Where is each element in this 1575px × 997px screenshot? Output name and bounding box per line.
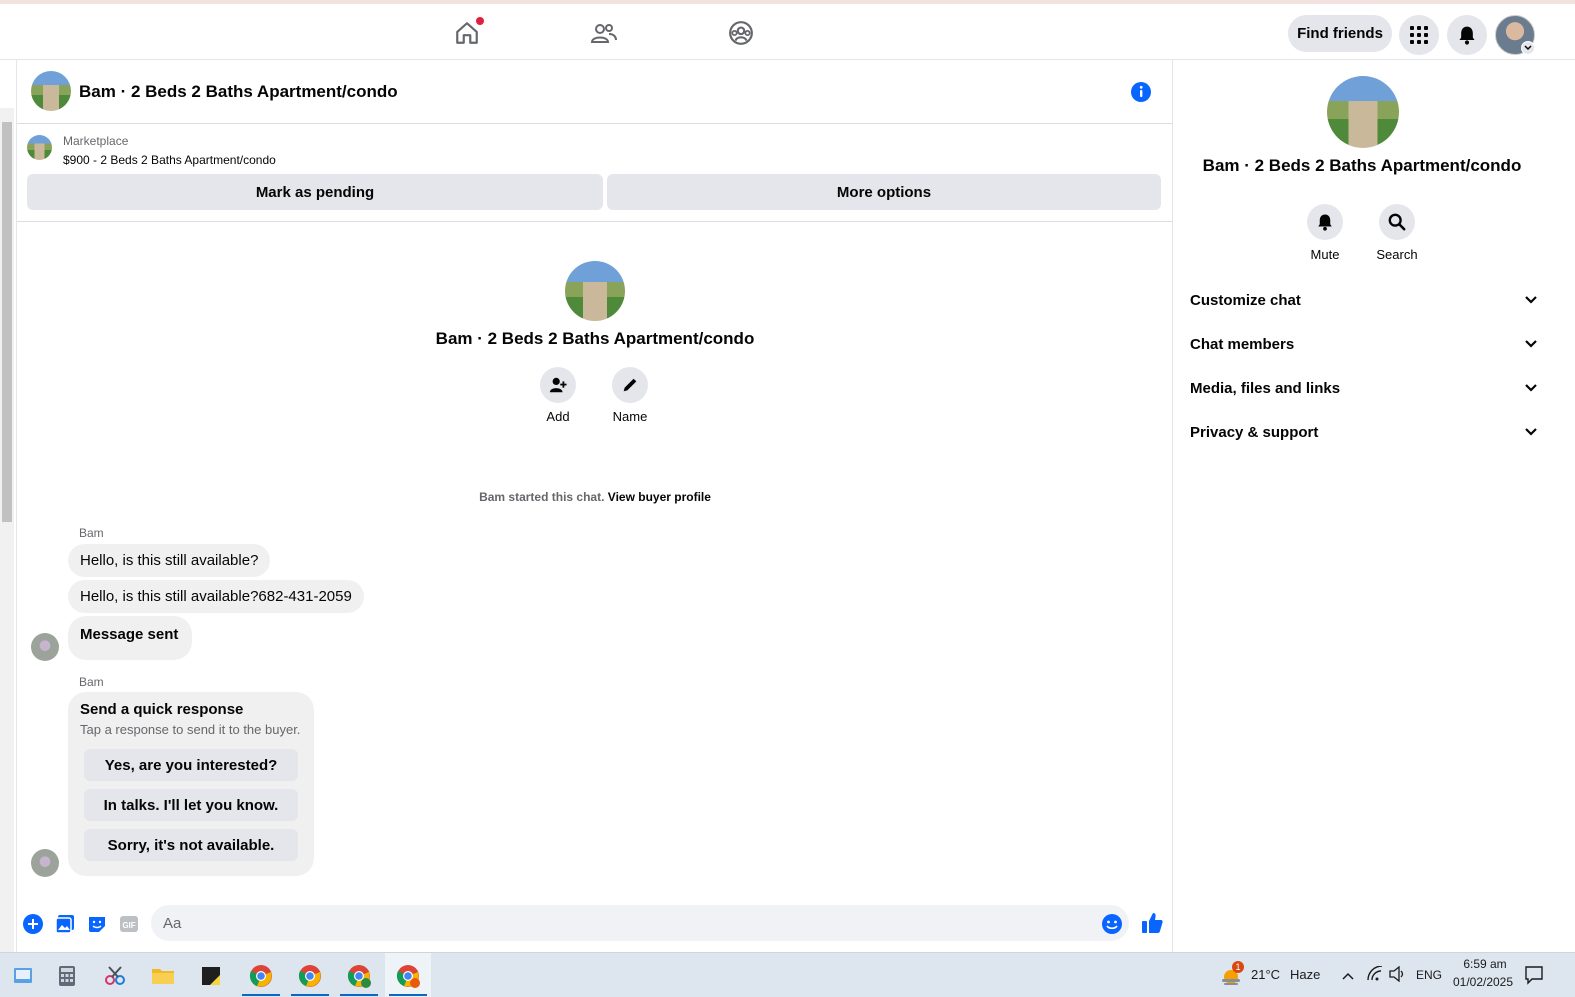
name-label: Name — [612, 409, 648, 424]
clock-time[interactable]: 6:59 am — [1454, 957, 1516, 971]
chrome-profile-icon[interactable] — [385, 953, 431, 997]
chevron-down-icon — [1525, 384, 1537, 392]
plus-icon[interactable] — [23, 914, 43, 934]
add-person-icon — [540, 367, 576, 403]
listing-avatar[interactable] — [31, 71, 71, 111]
windows-taskbar: 1 21°C Haze ENG 6:59 am 01/02/2025 — [0, 952, 1575, 997]
chevron-down-icon[interactable] — [1521, 41, 1535, 55]
message-sender: Bam — [79, 526, 104, 540]
find-friends-button[interactable]: Find friends — [1288, 15, 1392, 52]
wifi-icon[interactable] — [1366, 965, 1384, 987]
quick-response-title: Send a quick response — [80, 701, 244, 718]
whiteboard-app-icon[interactable] — [0, 953, 46, 997]
chat-started-notice: Bam started this chat. View buyer profil… — [17, 490, 1173, 504]
add-label: Add — [546, 409, 570, 424]
section-label: Privacy & support — [1190, 423, 1319, 441]
scrollbar-thumb[interactable] — [2, 122, 12, 522]
pencil-icon — [612, 367, 648, 403]
marketplace-listing-bar: Marketplace $900 - 2 Beds 2 Baths Apartm… — [17, 124, 1173, 222]
details-avatar — [1327, 76, 1399, 148]
add-people-button[interactable]: Add — [528, 367, 588, 424]
scrollbar[interactable] — [0, 108, 14, 952]
started-text: Bam started this chat. — [479, 490, 605, 504]
quick-response-option[interactable]: Yes, are you interested? — [84, 749, 298, 781]
weather-temperature[interactable]: 21°C — [1251, 967, 1280, 982]
details-title: Bam · 2 Beds 2 Baths Apartment/condo — [1202, 156, 1522, 175]
quick-response-card: Send a quick response Tap a response to … — [68, 692, 314, 876]
groups-icon[interactable] — [726, 18, 756, 48]
edit-name-button[interactable]: Name — [600, 367, 660, 424]
notification-center-icon[interactable] — [1524, 965, 1544, 990]
mark-as-pending-button[interactable]: Mark as pending — [27, 174, 603, 210]
chat-members-section[interactable]: Chat members — [1190, 332, 1538, 356]
message-sent-bubble[interactable]: Message sent — [68, 616, 193, 660]
chevron-up-icon[interactable] — [1341, 968, 1355, 986]
calculator-app-icon[interactable] — [44, 953, 90, 997]
top-navigation-bar: Find friends — [0, 0, 1575, 60]
chat-intro-title: Bam · 2 Beds 2 Baths Apartment/condo — [435, 329, 755, 348]
search-icon — [1379, 204, 1415, 240]
search-label: Search — [1376, 247, 1418, 262]
thumbs-up-icon[interactable] — [1140, 911, 1163, 933]
chrome-profile-icon[interactable] — [287, 953, 333, 997]
chat-panel: Bam · 2 Beds 2 Baths Apartment/condo Mar… — [16, 60, 1173, 952]
gif-icon[interactable]: GIF — [119, 914, 139, 934]
listing-thumbnail[interactable] — [27, 135, 52, 160]
quick-response-subtitle: Tap a response to send it to the buyer. — [80, 722, 301, 737]
info-icon[interactable] — [1130, 81, 1152, 103]
privacy-support-section[interactable]: Privacy & support — [1190, 420, 1538, 444]
sender-avatar[interactable] — [31, 633, 59, 661]
emoji-icon[interactable] — [1101, 913, 1122, 934]
volume-icon[interactable] — [1389, 965, 1407, 987]
svg-text:GIF: GIF — [122, 921, 135, 930]
section-label: Customize chat — [1190, 291, 1301, 309]
photo-icon[interactable] — [55, 914, 75, 934]
message-bubble[interactable]: Hello, is this still available? — [68, 544, 271, 577]
message-bubble[interactable]: Hello, is this still available?682-431-2… — [68, 580, 364, 613]
media-files-links-section[interactable]: Media, files and links — [1190, 376, 1538, 400]
quick-response-option[interactable]: Sorry, it's not available. — [84, 829, 298, 861]
chevron-down-icon — [1525, 428, 1537, 436]
section-label: Media, files and links — [1190, 379, 1341, 397]
chat-intro-avatar — [565, 261, 625, 321]
marketplace-label: Marketplace — [63, 134, 129, 148]
mute-label: Mute — [1310, 247, 1340, 262]
snipping-tool-icon[interactable] — [92, 953, 138, 997]
customize-chat-section[interactable]: Customize chat — [1190, 288, 1538, 312]
language-indicator[interactable]: ENG — [1416, 968, 1442, 982]
chat-header: Bam · 2 Beds 2 Baths Apartment/condo — [17, 60, 1173, 124]
bell-icon — [1307, 204, 1343, 240]
message-input[interactable] — [151, 905, 1129, 941]
bell-icon[interactable] — [1447, 15, 1487, 55]
view-buyer-profile-link[interactable]: View buyer profile — [608, 490, 711, 504]
sticker-icon[interactable] — [87, 914, 107, 934]
sender-avatar[interactable] — [31, 849, 59, 877]
home-notification-dot — [476, 17, 484, 25]
chrome-profile-icon[interactable] — [336, 953, 382, 997]
chevron-down-icon — [1525, 340, 1537, 348]
listing-price-title[interactable]: $900 - 2 Beds 2 Baths Apartment/condo — [63, 153, 276, 167]
sticky-notes-icon[interactable] — [188, 953, 234, 997]
quick-response-option[interactable]: In talks. I'll let you know. — [84, 789, 298, 821]
more-options-button[interactable]: More options — [607, 174, 1161, 210]
grid-menu-icon[interactable] — [1399, 15, 1439, 55]
chat-details-panel: Bam · 2 Beds 2 Baths Apartment/condo Mut… — [1174, 60, 1550, 952]
weather-badge: 1 — [1232, 961, 1244, 973]
page-scrollbar[interactable] — [1551, 60, 1575, 952]
file-explorer-icon[interactable] — [140, 953, 186, 997]
mute-button[interactable]: Mute — [1295, 204, 1355, 262]
clock-date[interactable]: 01/02/2025 — [1450, 975, 1516, 989]
search-button[interactable]: Search — [1367, 204, 1427, 262]
chat-title[interactable]: Bam · 2 Beds 2 Baths Apartment/condo — [79, 82, 398, 102]
chevron-down-icon — [1525, 296, 1537, 304]
section-label: Chat members — [1190, 335, 1295, 353]
message-sender: Bam — [79, 675, 104, 689]
weather-description[interactable]: Haze — [1290, 967, 1320, 982]
message-composer: GIF — [17, 898, 1173, 952]
chrome-icon[interactable] — [238, 953, 284, 997]
friends-icon[interactable] — [589, 18, 619, 48]
